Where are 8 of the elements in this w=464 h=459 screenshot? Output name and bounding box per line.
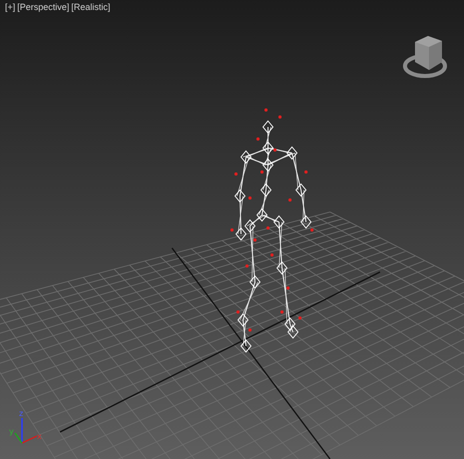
viewport-label[interactable]: [+] (5, 2, 16, 12)
x-axis-label: x (37, 432, 42, 441)
viewport-label[interactable]: [Realistic] (71, 2, 110, 12)
z-axis-label: z (19, 409, 24, 418)
viewport-label[interactable]: [Perspective] (17, 2, 70, 12)
axis-tripod-icon (14, 418, 38, 444)
y-axis-label: y (9, 427, 14, 436)
viewcube-icon[interactable] (403, 36, 447, 78)
